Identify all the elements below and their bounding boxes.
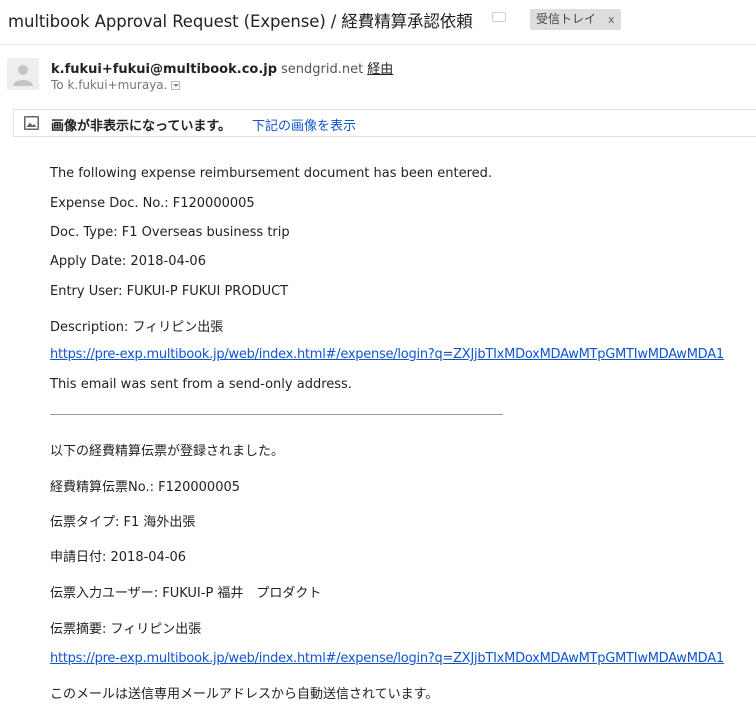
sender-via-domain: sendgrid.net [281, 62, 364, 77]
body-ja-doc-no: 経費精算伝票No.: F120000005 [50, 480, 241, 495]
important-marker-icon[interactable] [492, 12, 506, 22]
body-ja-entry-user: 伝票入力ユーザー: FUKUI-P 福井 プロダクト [50, 586, 322, 601]
body-en-description: Description: フィリピン出張 [50, 320, 224, 335]
body-ja-footer: このメールは送信専用メールアドレスから自動送信されています。 [50, 687, 439, 702]
header-divider [0, 44, 756, 45]
image-placeholder-icon [24, 116, 39, 130]
sender-line: k.fukui+fukui@multibook.co.jp sendgrid.ne… [51, 58, 393, 77]
body-ja-login-link[interactable]: https://pre-exp.multibook.jp/web/index.h… [50, 651, 724, 666]
body-en-footer: This email was sent from a send-only add… [50, 377, 352, 392]
body-ja-doc-type: 伝票タイプ: F1 海外出張 [50, 515, 196, 530]
body-en-doc-no: Expense Doc. No.: F120000005 [50, 196, 255, 211]
label-chip-text: 受信トレイ [536, 12, 597, 26]
language-separator [50, 414, 503, 415]
body-en-doc-type: Doc. Type: F1 Overseas business trip [50, 225, 290, 240]
sender-email[interactable]: k.fukui+fukui@multibook.co.jp [51, 62, 277, 77]
subject-bar: multibook Approval Request (Expense) / 経… [0, 0, 756, 38]
images-hidden-message: 画像が非表示になっています。 [51, 119, 232, 134]
chevron-down-icon[interactable] [171, 81, 181, 90]
body-en-apply-date: Apply Date: 2018-04-06 [50, 254, 206, 269]
default-avatar-icon [7, 58, 39, 90]
sender-via-link[interactable]: 経由 [367, 62, 393, 77]
recipient-line: To k.fukui+muraya. [51, 78, 181, 92]
body-en-login-link[interactable]: https://pre-exp.multibook.jp/web/index.h… [50, 347, 724, 362]
recipient-text: To k.fukui+muraya. [51, 78, 168, 92]
body-en-entry-user: Entry User: FUKUI-P FUKUI PRODUCT [50, 284, 289, 299]
email-subject: multibook Approval Request (Expense) / 経… [8, 12, 473, 31]
remove-label-button[interactable]: x [608, 9, 615, 30]
body-ja-intro: 以下の経費精算伝票が登録されました。 [50, 444, 285, 459]
body-ja-apply-date: 申請日付: 2018-04-06 [50, 550, 187, 565]
body-en-intro: The following expense reimbursement docu… [50, 166, 493, 181]
label-chip-inbox[interactable]: 受信トレイ x [530, 9, 621, 30]
show-images-link[interactable]: 下記の画像を表示 [252, 115, 356, 134]
body-ja-description: 伝票摘要: フィリピン出張 [50, 622, 202, 637]
images-hidden-bar: 画像が非表示になっています。 下記の画像を表示 [13, 109, 756, 137]
